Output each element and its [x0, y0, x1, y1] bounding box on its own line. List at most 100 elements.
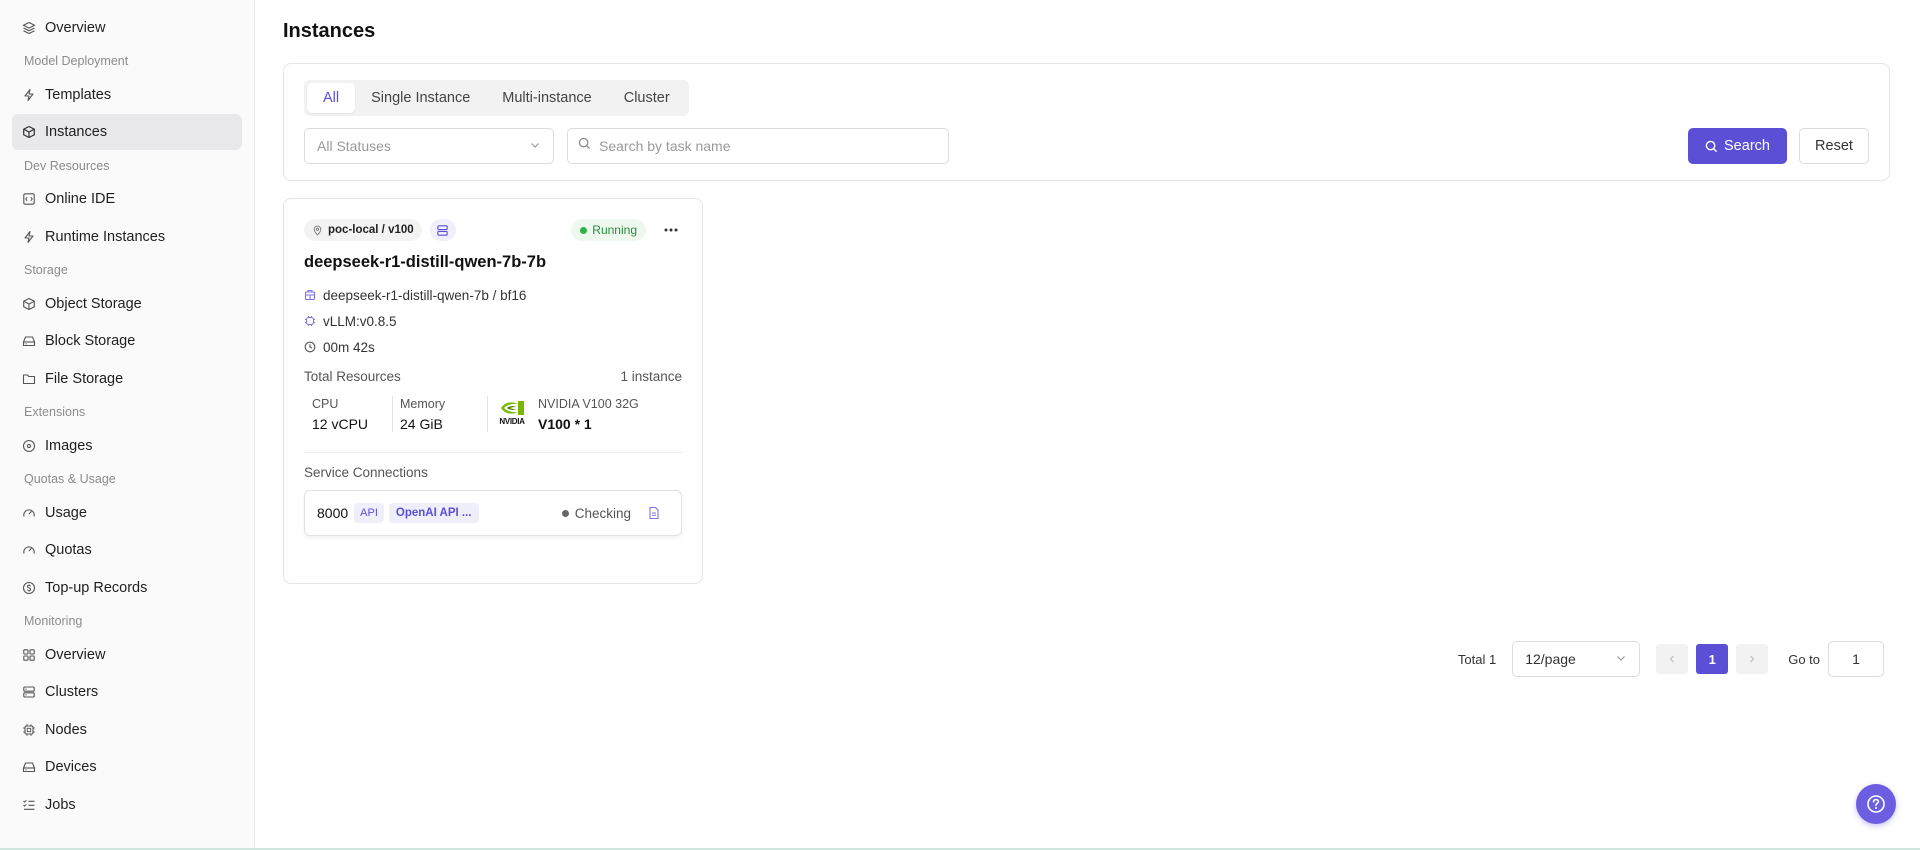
sidebar-item-label: Quotas: [45, 542, 92, 558]
filter-actions: Search Reset: [1688, 128, 1869, 164]
cpu-value: 12 vCPU: [312, 415, 369, 432]
gpu-name: NVIDIA V100 32G: [538, 396, 639, 411]
instance-title[interactable]: deepseek-r1-distill-qwen-7b-7b: [304, 253, 682, 272]
sidebar-item-label: File Storage: [45, 370, 124, 387]
sidebar-item-block-storage[interactable]: Block Storage: [12, 323, 242, 359]
service-openai-tag: OpenAI API ...: [388, 503, 479, 523]
sidebar-item-devices[interactable]: Devices: [12, 749, 242, 785]
search-button-label: Search: [1724, 138, 1770, 154]
box-icon: [22, 125, 36, 139]
hard-drive-icon: [22, 334, 36, 348]
service-status-dot: [561, 509, 569, 517]
sidebar-item-online-ide[interactable]: Online IDE: [12, 181, 242, 217]
tab-multi-instance[interactable]: Multi-instance: [486, 83, 607, 113]
service-connections-label: Service Connections: [304, 465, 428, 480]
main-content: Instances All Single Instance Multi-inst…: [255, 0, 1920, 850]
grid-icon: [22, 648, 36, 662]
service-api-tag: API: [354, 503, 384, 523]
sidebar-item-label: Nodes: [45, 721, 87, 738]
instance-card[interactable]: poc-local / v100 Running deepseek-r1-dis…: [283, 198, 703, 584]
tab-cluster[interactable]: Cluster: [608, 83, 686, 113]
sidebar-item-overview[interactable]: Overview: [12, 10, 242, 46]
cpu-resource: CPU 12 vCPU: [312, 397, 392, 432]
instance-type-tabs: All Single Instance Multi-instance Clust…: [304, 80, 689, 116]
sidebar-group-label: Monitoring: [24, 614, 83, 628]
sidebar-item-runtime-instances[interactable]: Runtime Instances: [12, 219, 242, 255]
location-tag: poc-local / v100: [304, 219, 422, 241]
resources-label: Total Resources: [304, 369, 401, 384]
document-icon[interactable]: [647, 506, 661, 520]
sidebar-item-usage[interactable]: Usage: [12, 495, 242, 531]
status-dot: [580, 226, 588, 234]
layers-icon: [22, 21, 36, 35]
runtime-row: vLLM:v0.8.5: [304, 308, 682, 334]
sidebar-group-label: Extensions: [24, 405, 86, 419]
search-icon: [578, 137, 591, 155]
sidebar-item-object-storage[interactable]: Object Storage: [12, 286, 242, 322]
status-select[interactable]: All Statuses: [304, 128, 554, 164]
uptime-text: 00m 42s: [323, 339, 375, 355]
search-input[interactable]: [599, 138, 929, 154]
pagination: Total 1 12/page 1 Go to: [1458, 641, 1884, 677]
help-icon: [1867, 795, 1885, 813]
help-button[interactable]: [1856, 784, 1896, 824]
memory-label: Memory: [400, 396, 446, 411]
gpu-value: V100 * 1: [538, 415, 592, 432]
sidebar-item-clusters[interactable]: Clusters: [12, 674, 242, 710]
uptime-row: 00m 42s: [304, 334, 682, 360]
status-badge: Running: [571, 219, 646, 241]
list-checks-icon: [22, 798, 36, 812]
memory-value: 24 GiB: [400, 415, 443, 432]
chip-icon: [22, 723, 36, 737]
search-field[interactable]: [567, 128, 949, 164]
sidebar-item-label: Runtime Instances: [45, 228, 166, 245]
sidebar-item-label: Block Storage: [45, 333, 136, 349]
sidebar-item-templates[interactable]: Templates: [12, 77, 242, 113]
coin-icon: [22, 581, 36, 595]
tab-all[interactable]: All: [307, 83, 356, 113]
page-size-value: 12/page: [1525, 651, 1576, 667]
cpu-label: CPU: [312, 396, 339, 411]
sidebar-item-quotas[interactable]: Quotas: [12, 532, 242, 568]
prev-page-button[interactable]: [1656, 644, 1689, 674]
reset-button[interactable]: Reset: [1799, 128, 1869, 164]
package-icon: [304, 289, 316, 301]
code-square-icon: [22, 192, 36, 206]
goto-page-input[interactable]: [1828, 641, 1884, 677]
sidebar-item-monitoring-overview[interactable]: Overview: [12, 637, 242, 673]
next-page-button[interactable]: [1736, 644, 1769, 674]
search-button[interactable]: Search: [1688, 128, 1787, 164]
sidebar-item-instances[interactable]: Instances: [12, 114, 242, 150]
sidebar-group-label: Dev Resources: [24, 158, 110, 173]
chevron-down-icon: [1615, 651, 1627, 667]
sidebar-item-label: Devices: [45, 759, 97, 775]
more-options-icon[interactable]: [662, 221, 680, 239]
tab-single-instance[interactable]: Single Instance: [355, 83, 486, 113]
service-status-text: Checking: [574, 505, 631, 521]
chip-icon: [305, 316, 315, 326]
card-divider: [304, 452, 682, 453]
sidebar-item-top-up-records[interactable]: Top-up Records: [12, 570, 242, 606]
sidebar-item-jobs[interactable]: Jobs: [12, 787, 242, 823]
page-number-button[interactable]: 1: [1696, 644, 1729, 674]
service-status: Checking: [561, 505, 631, 521]
sidebar-group-label: Storage: [24, 263, 68, 277]
sidebar-item-nodes[interactable]: Nodes: [12, 712, 242, 748]
gpu-resource: NVIDIA NVIDIA V100 32G V100 * 1: [494, 397, 649, 432]
page-size-select[interactable]: 12/page: [1512, 641, 1641, 677]
sidebar-group-label: Quotas & Usage: [24, 472, 116, 486]
sidebar: Overview Model Deployment Templates Instanc…: [0, 0, 255, 850]
sidebar-item-label: Usage: [45, 504, 87, 521]
location-text: poc-local / v100: [328, 224, 414, 236]
sidebar-item-images[interactable]: Images: [12, 428, 242, 464]
sidebar-item-file-storage[interactable]: File Storage: [12, 361, 242, 397]
sidebar-item-label: Templates: [45, 86, 112, 103]
resources-header: Total Resources 1 instance: [304, 369, 682, 384]
status-text: Running: [592, 223, 637, 237]
map-pin-icon: [313, 225, 322, 236]
resource-divider: [392, 396, 393, 432]
resource-divider: [487, 396, 488, 432]
zap-icon: [22, 230, 36, 244]
service-connection-item[interactable]: 8000 API OpenAI API ... Checking: [304, 490, 682, 536]
sidebar-item-label: Online IDE: [45, 191, 116, 207]
